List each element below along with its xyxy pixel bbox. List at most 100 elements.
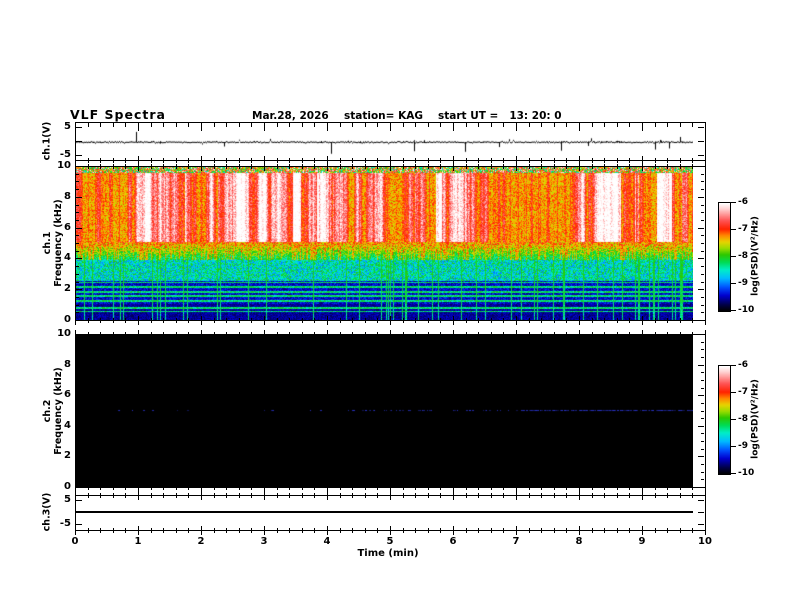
x-minor-tick bbox=[163, 164, 165, 169]
x-minor-tick bbox=[301, 318, 303, 323]
y-tick bbox=[76, 379, 79, 381]
x-minor-tick bbox=[352, 493, 354, 498]
x-minor-tick bbox=[566, 493, 568, 498]
y-tick bbox=[701, 273, 704, 275]
x-minor-tick bbox=[503, 122, 505, 127]
x-major-tick bbox=[264, 526, 265, 535]
x-minor-tick bbox=[465, 164, 467, 169]
x-minor-tick bbox=[112, 158, 114, 163]
x-minor-tick bbox=[528, 332, 530, 337]
x-minor-tick bbox=[553, 528, 555, 533]
x-minor-tick bbox=[175, 485, 177, 490]
x-minor-tick bbox=[175, 158, 177, 163]
x-minor-tick bbox=[478, 158, 480, 163]
x-minor-tick bbox=[465, 332, 467, 337]
x-minor-tick bbox=[364, 332, 366, 337]
y-tick bbox=[701, 304, 704, 306]
y-tick bbox=[701, 410, 704, 412]
x-minor-tick bbox=[692, 485, 694, 490]
y-tick bbox=[701, 341, 704, 343]
x-minor-tick bbox=[604, 318, 606, 323]
y-tick-label: 6 bbox=[64, 389, 71, 401]
x-minor-tick bbox=[175, 528, 177, 533]
y-tick bbox=[76, 320, 82, 321]
x-minor-tick bbox=[440, 158, 442, 163]
x-minor-tick bbox=[478, 164, 480, 169]
x-minor-tick bbox=[276, 485, 278, 490]
x-minor-tick bbox=[528, 122, 530, 127]
x-minor-tick bbox=[553, 493, 555, 498]
y-tick bbox=[701, 219, 704, 221]
x-minor-tick bbox=[440, 528, 442, 533]
x-minor-tick bbox=[629, 164, 631, 169]
x-minor-tick bbox=[616, 158, 618, 163]
x-minor-tick bbox=[654, 485, 656, 490]
colorbar-tick-label: -9 bbox=[738, 441, 748, 451]
x-major-tick bbox=[327, 316, 328, 325]
x-minor-tick bbox=[465, 158, 467, 163]
y-tick-label: 8 bbox=[64, 358, 71, 370]
x-minor-tick bbox=[465, 485, 467, 490]
x-minor-tick bbox=[629, 318, 631, 323]
x-major-tick bbox=[138, 162, 139, 171]
x-minor-tick bbox=[213, 485, 215, 490]
x-minor-tick bbox=[427, 332, 429, 337]
colorbar-1-label: log(PSD)(V²/Hz) bbox=[750, 216, 761, 296]
y-tick bbox=[701, 312, 704, 314]
y-tick bbox=[698, 364, 704, 366]
header-station: station= KAG bbox=[344, 110, 423, 122]
x-minor-tick bbox=[377, 493, 379, 498]
x-minor-tick bbox=[503, 485, 505, 490]
x-minor-tick bbox=[402, 158, 404, 163]
y-tick bbox=[698, 524, 704, 526]
x-minor-tick bbox=[339, 122, 341, 127]
x-minor-tick bbox=[150, 528, 152, 533]
x-major-tick bbox=[516, 491, 517, 500]
y-tick bbox=[701, 173, 704, 175]
header-date: Mar.28, 2026 bbox=[252, 110, 329, 122]
x-minor-tick bbox=[465, 122, 467, 127]
x-minor-tick bbox=[112, 528, 114, 533]
y-tick bbox=[76, 425, 82, 427]
x-minor-tick bbox=[503, 164, 505, 169]
x-minor-tick bbox=[364, 493, 366, 498]
x-minor-tick bbox=[364, 122, 366, 127]
ch1f-axis-label: ch.1 Frequency (kHz) bbox=[42, 199, 64, 287]
x-minor-tick bbox=[667, 485, 669, 490]
x-minor-tick bbox=[352, 485, 354, 490]
x-minor-tick bbox=[667, 493, 669, 498]
x-minor-tick bbox=[289, 122, 291, 127]
x-major-tick bbox=[579, 491, 580, 500]
x-minor-tick bbox=[87, 158, 89, 163]
x-minor-tick bbox=[427, 164, 429, 169]
x-minor-tick bbox=[465, 493, 467, 498]
x-minor-tick bbox=[339, 332, 341, 337]
x-minor-tick bbox=[238, 318, 240, 323]
x-minor-tick bbox=[591, 122, 593, 127]
y-tick bbox=[701, 379, 704, 381]
x-minor-tick bbox=[692, 318, 694, 323]
x-minor-tick bbox=[213, 158, 215, 163]
colorbar-2-label: log(PSD)(V²/Hz) bbox=[750, 379, 761, 459]
x-major-tick bbox=[390, 162, 391, 171]
x-minor-tick bbox=[604, 485, 606, 490]
x-minor-tick bbox=[541, 158, 543, 163]
x-minor-tick bbox=[490, 485, 492, 490]
x-major-tick bbox=[201, 316, 202, 325]
x-minor-tick bbox=[112, 493, 114, 498]
x-minor-tick bbox=[591, 493, 593, 498]
x-minor-tick bbox=[213, 332, 215, 337]
x-minor-tick bbox=[402, 122, 404, 127]
x-major-tick bbox=[138, 526, 139, 535]
x-minor-tick bbox=[692, 332, 694, 337]
x-minor-tick bbox=[125, 528, 127, 533]
x-minor-tick bbox=[490, 318, 492, 323]
x-minor-tick bbox=[415, 164, 417, 169]
y-tick-label: 0 bbox=[64, 314, 71, 325]
x-minor-tick bbox=[667, 122, 669, 127]
x-minor-tick bbox=[125, 485, 127, 490]
x-minor-tick bbox=[301, 164, 303, 169]
x-major-tick bbox=[642, 316, 643, 325]
x-minor-tick bbox=[616, 318, 618, 323]
colorbar-tick-label: -6 bbox=[738, 197, 748, 207]
